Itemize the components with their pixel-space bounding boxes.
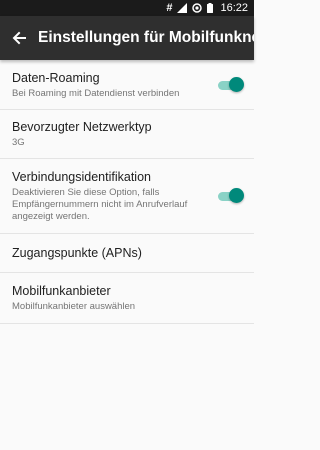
- toggle-thumb: [229, 188, 244, 203]
- status-bar: # 16:22: [0, 0, 254, 16]
- setting-summary: Mobilfunkanbieter auswählen: [12, 301, 136, 312]
- setting-title: Zugangspunkte (APNs): [12, 246, 142, 260]
- setting-texts: Mobilfunkanbieter Mobilfunkanbieter ausw…: [12, 283, 242, 313]
- setting-texts: Verbindungsidentifikation Deaktivieren S…: [12, 169, 208, 223]
- setting-title: Verbindungsidentifikation: [12, 170, 151, 184]
- setting-network-operator[interactable]: Mobilfunkanbieter Mobilfunkanbieter ausw…: [0, 273, 254, 324]
- setting-summary: Bei Roaming mit Datendienst verbinden: [12, 87, 180, 99]
- data-saver-icon: [192, 3, 203, 13]
- setting-title: Bevorzugter Netzwerktyp: [12, 120, 152, 134]
- setting-title: Mobilfunkanbieter: [12, 284, 111, 298]
- settings-list: Daten-Roaming Bei Roaming mit Datendiens…: [0, 60, 254, 324]
- battery-icon: [207, 3, 214, 13]
- data-roaming-toggle[interactable]: [216, 76, 244, 93]
- app-toolbar: Einstellungen für Mobilfunknetz: [0, 16, 254, 60]
- setting-summary: 3G: [12, 137, 25, 148]
- setting-texts: Zugangspunkte (APNs): [12, 245, 242, 261]
- signal-icon: [177, 3, 188, 13]
- setting-title: Daten-Roaming: [12, 70, 100, 85]
- setting-texts: Bevorzugter Netzwerktyp 3G: [12, 119, 242, 149]
- setting-data-roaming[interactable]: Daten-Roaming Bei Roaming mit Datendiens…: [0, 60, 254, 110]
- setting-preferred-network-type[interactable]: Bevorzugter Netzwerktyp 3G: [0, 110, 254, 159]
- setting-texts: Daten-Roaming Bei Roaming mit Datendiens…: [12, 70, 208, 100]
- setting-summary: Deaktivieren Sie diese Option, falls Emp…: [12, 187, 188, 222]
- notification-hash-icon: #: [166, 2, 173, 14]
- page-title: Einstellungen für Mobilfunknetz: [38, 29, 254, 46]
- toggle-thumb: [229, 76, 244, 92]
- setting-access-points[interactable]: Zugangspunkte (APNs): [0, 234, 254, 273]
- setting-caller-id[interactable]: Verbindungsidentifikation Deaktivieren S…: [0, 159, 254, 234]
- status-icons: # 16:22: [166, 2, 248, 14]
- arrow-back-icon[interactable]: [0, 16, 38, 60]
- caller-id-toggle[interactable]: [216, 188, 244, 204]
- clock: 16:22: [220, 2, 248, 14]
